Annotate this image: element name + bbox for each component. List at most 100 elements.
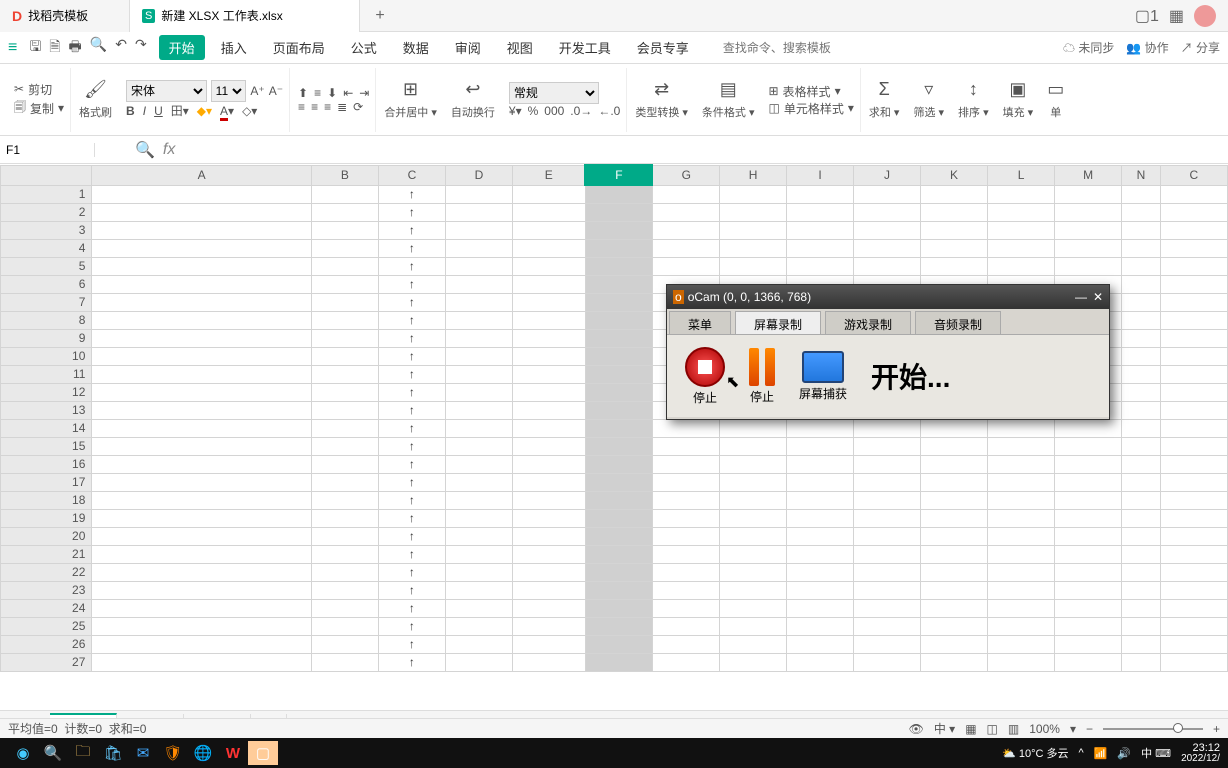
col-header-A[interactable]: A [92, 165, 311, 185]
cell-K1[interactable] [920, 185, 987, 203]
cell-C3[interactable]: ↑ [378, 221, 445, 239]
row-header-10[interactable]: 10 [1, 347, 92, 365]
tray-up-icon[interactable]: ^ [1079, 747, 1084, 759]
cell-D21[interactable] [445, 545, 512, 563]
align-bottom-icon[interactable]: ⬇ [327, 86, 337, 100]
cell-B17[interactable] [311, 473, 378, 491]
cell-N27[interactable] [1122, 653, 1161, 671]
cell-K4[interactable] [920, 239, 987, 257]
cell-A14[interactable] [92, 419, 311, 437]
cell-G27[interactable] [652, 653, 719, 671]
print-icon[interactable]: 🖶 [69, 36, 82, 60]
cell-M17[interactable] [1055, 473, 1122, 491]
cell-K21[interactable] [920, 545, 987, 563]
cell-C7[interactable] [1160, 293, 1227, 311]
cell-L23[interactable] [988, 581, 1055, 599]
cell-B26[interactable] [311, 635, 378, 653]
cell-C12[interactable]: ↑ [378, 383, 445, 401]
cell-K26[interactable] [920, 635, 987, 653]
cell-N1[interactable] [1122, 185, 1161, 203]
ocam-titlebar[interactable]: o oCam (0, 0, 1366, 768) — ✕ [667, 285, 1109, 309]
cell-E4[interactable] [513, 239, 586, 257]
cell-C13[interactable] [1160, 401, 1227, 419]
cell-M16[interactable] [1055, 455, 1122, 473]
cell-F10[interactable] [585, 347, 652, 365]
row-header-3[interactable]: 3 [1, 221, 92, 239]
cell-A1[interactable] [92, 185, 311, 203]
cell-I27[interactable] [787, 653, 854, 671]
cell-F9[interactable] [585, 329, 652, 347]
cell-A23[interactable] [92, 581, 311, 599]
wps-icon[interactable]: W [218, 741, 248, 765]
cell-G4[interactable] [652, 239, 719, 257]
col-header-I[interactable]: I [787, 165, 854, 185]
cell-C4[interactable] [1160, 239, 1227, 257]
comma-icon[interactable]: 000 [544, 104, 564, 118]
type-convert-button[interactable]: ⇄ 类型转换 ▾ [629, 79, 694, 120]
table-style-icon[interactable]: ⊞ [768, 84, 778, 98]
cell-D18[interactable] [445, 491, 512, 509]
zoom-out-button[interactable]: − [1086, 722, 1093, 736]
cell-D13[interactable] [445, 401, 512, 419]
cell-C8[interactable]: ↑ [378, 311, 445, 329]
cell-E7[interactable] [513, 293, 586, 311]
cell-C16[interactable]: ↑ [378, 455, 445, 473]
edge-icon[interactable]: ◉ [8, 741, 38, 765]
cell-G17[interactable] [652, 473, 719, 491]
cell-H21[interactable] [720, 545, 787, 563]
view-normal-icon[interactable]: ▦ [965, 722, 976, 736]
cell-C6[interactable]: ↑ [378, 275, 445, 293]
cell-L16[interactable] [988, 455, 1055, 473]
cell-H20[interactable] [720, 527, 787, 545]
cell-C6[interactable] [1160, 275, 1227, 293]
cell-H22[interactable] [720, 563, 787, 581]
cell-F21[interactable] [585, 545, 652, 563]
cell-F25[interactable] [585, 617, 652, 635]
cell-K22[interactable] [920, 563, 987, 581]
cell-K23[interactable] [920, 581, 987, 599]
mail-icon[interactable]: ✉ [128, 741, 158, 765]
tab-data[interactable]: 数据 [393, 35, 439, 60]
window-id-icon[interactable]: ▢1 [1135, 6, 1159, 26]
row-header-8[interactable]: 8 [1, 311, 92, 329]
tab-developer[interactable]: 开发工具 [549, 35, 621, 60]
ocam-stop-button[interactable]: 停止 [685, 347, 725, 406]
row-header-6[interactable]: 6 [1, 275, 92, 293]
browser-icon[interactable]: 🌐 [188, 741, 218, 765]
col-header-D[interactable]: D [445, 165, 512, 185]
cell-F16[interactable] [585, 455, 652, 473]
cell-B2[interactable] [311, 203, 378, 221]
cell-F1[interactable] [585, 185, 652, 203]
tab-add-button[interactable]: + [360, 7, 400, 25]
cell-E3[interactable] [513, 221, 586, 239]
cell-M4[interactable] [1055, 239, 1122, 257]
cell-B9[interactable] [311, 329, 378, 347]
cell-C18[interactable] [1160, 491, 1227, 509]
explorer-icon[interactable]: 🗀 [68, 741, 98, 765]
cell-M1[interactable] [1055, 185, 1122, 203]
cell-C22[interactable]: ↑ [378, 563, 445, 581]
row-header-7[interactable]: 7 [1, 293, 92, 311]
cell-N13[interactable] [1122, 401, 1161, 419]
cell-L21[interactable] [988, 545, 1055, 563]
cell-A16[interactable] [92, 455, 311, 473]
cell-N5[interactable] [1122, 257, 1161, 275]
cell-A12[interactable] [92, 383, 311, 401]
cell-G22[interactable] [652, 563, 719, 581]
cell-E24[interactable] [513, 599, 586, 617]
cell-N21[interactable] [1122, 545, 1161, 563]
italic-button[interactable]: I [143, 104, 146, 118]
cell-G25[interactable] [652, 617, 719, 635]
cell-H16[interactable] [720, 455, 787, 473]
cell-D10[interactable] [445, 347, 512, 365]
cell-M24[interactable] [1055, 599, 1122, 617]
cell-K5[interactable] [920, 257, 987, 275]
cell-N14[interactable] [1122, 419, 1161, 437]
store-icon[interactable]: 🛍 [98, 741, 128, 765]
cell-B13[interactable] [311, 401, 378, 419]
bold-button[interactable]: B [126, 104, 135, 118]
cell-A7[interactable] [92, 293, 311, 311]
cell-E9[interactable] [513, 329, 586, 347]
row-header-22[interactable]: 22 [1, 563, 92, 581]
cell-E6[interactable] [513, 275, 586, 293]
